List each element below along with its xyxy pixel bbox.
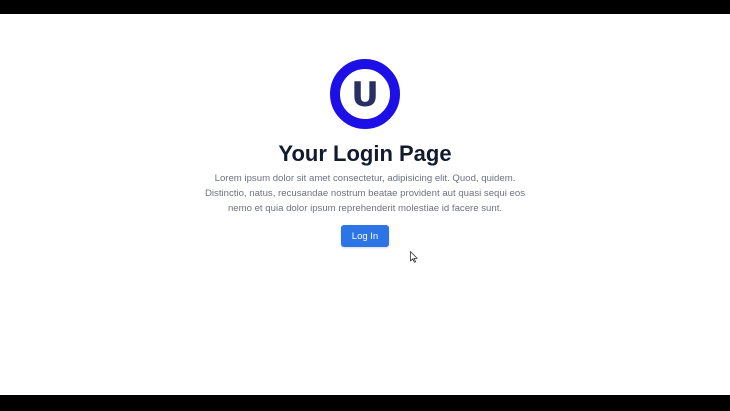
letterbox-bottom bbox=[0, 395, 730, 411]
logo-icon: U bbox=[330, 59, 400, 129]
logo-letter: U bbox=[351, 74, 379, 115]
page-title: Your Login Page bbox=[278, 141, 452, 166]
login-page: U Your Login Page Lorem ipsum dolor sit … bbox=[0, 14, 730, 395]
login-button[interactable]: Log In bbox=[341, 225, 389, 247]
page-description: Lorem ipsum dolor sit amet consectetur, … bbox=[205, 173, 525, 214]
mouse-pointer-icon bbox=[410, 251, 418, 263]
hero-section: U Your Login Page Lorem ipsum dolor sit … bbox=[0, 14, 730, 247]
letterbox-top bbox=[0, 0, 730, 14]
